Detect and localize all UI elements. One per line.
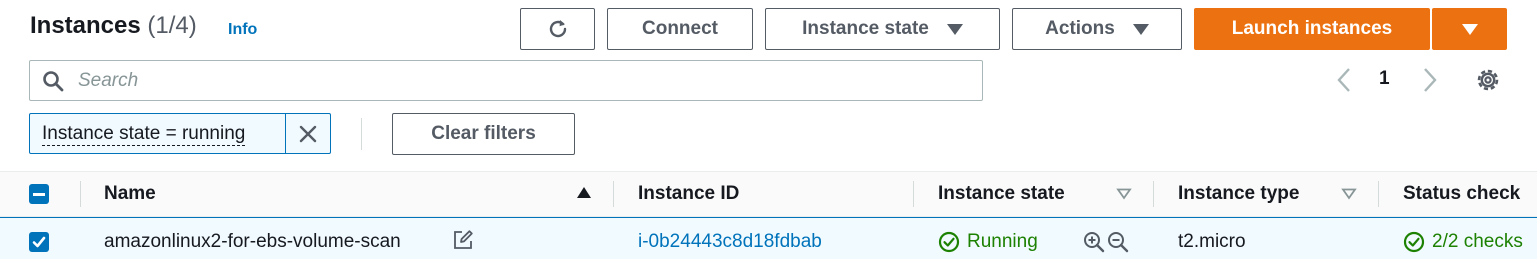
- status-success-icon: [1403, 231, 1425, 253]
- select-all-checkbox[interactable]: [29, 184, 49, 204]
- instance-state-label: Instance state: [802, 18, 929, 39]
- column-divider: [80, 181, 81, 207]
- instance-state-value: Running: [967, 231, 1038, 252]
- refresh-icon: [549, 20, 566, 38]
- column-header-instance-state[interactable]: Instance state: [938, 183, 1065, 205]
- divider: [361, 118, 362, 150]
- instance-count: (1/4): [147, 12, 197, 39]
- instance-type-value: t2.micro: [1178, 231, 1246, 252]
- sort-icon[interactable]: [1116, 188, 1132, 200]
- info-link[interactable]: Info: [228, 21, 257, 39]
- column-header-instance-id[interactable]: Instance ID: [638, 183, 739, 205]
- column-divider: [1153, 181, 1154, 207]
- page-title: Instances (1/4): [30, 12, 197, 40]
- sort-ascending-icon[interactable]: [576, 187, 592, 199]
- check-icon: [32, 236, 46, 248]
- gear-icon[interactable]: [1474, 66, 1502, 94]
- search-icon: [43, 71, 64, 92]
- connect-button[interactable]: Connect: [607, 8, 753, 50]
- clear-filters-button[interactable]: Clear filters: [392, 113, 575, 155]
- status-check-value: 2/2 checks: [1432, 231, 1523, 252]
- sort-icon[interactable]: [1341, 188, 1357, 200]
- caret-down-icon: [1132, 23, 1149, 35]
- minus-icon: [33, 193, 45, 196]
- filter-token-divider: [285, 114, 286, 153]
- caret-down-icon: [1461, 23, 1478, 35]
- zoom-out-icon[interactable]: [1107, 231, 1129, 253]
- connect-label: Connect: [642, 18, 718, 39]
- caret-down-icon: [946, 23, 963, 35]
- launch-instances-button[interactable]: Launch instances: [1194, 8, 1430, 50]
- chevron-left-icon[interactable]: [1333, 66, 1357, 94]
- actions-label: Actions: [1045, 18, 1115, 39]
- instance-name: amazonlinux2-for-ebs-volume-scan: [104, 231, 401, 252]
- launch-instances-label: Launch instances: [1231, 18, 1393, 39]
- refresh-button[interactable]: [520, 8, 595, 50]
- close-icon[interactable]: [296, 122, 320, 146]
- column-header-status-check[interactable]: Status check: [1403, 183, 1520, 205]
- column-divider: [1378, 181, 1379, 207]
- search-placeholder: Search: [78, 70, 139, 91]
- actions-button[interactable]: Actions: [1012, 8, 1182, 50]
- filter-token: Instance state = running: [29, 113, 331, 154]
- instance-state-button[interactable]: Instance state: [765, 8, 1000, 50]
- column-divider: [613, 181, 614, 207]
- instance-id-link[interactable]: i-0b24443c8d18fdbab: [638, 231, 822, 253]
- column-header-name[interactable]: Name: [104, 183, 156, 205]
- table-header: [0, 171, 1537, 217]
- column-header-instance-type[interactable]: Instance type: [1178, 183, 1299, 205]
- page-title-text: Instances: [30, 12, 141, 39]
- filter-token-label[interactable]: Instance state = running: [42, 123, 246, 146]
- column-divider: [913, 181, 914, 207]
- launch-instances-dropdown-button[interactable]: [1432, 8, 1507, 50]
- status-success-icon: [938, 231, 960, 253]
- zoom-in-icon[interactable]: [1083, 231, 1105, 253]
- chevron-right-icon[interactable]: [1417, 66, 1441, 94]
- edit-icon[interactable]: [452, 229, 474, 251]
- current-page[interactable]: 1: [1379, 68, 1390, 90]
- clear-filters-label: Clear filters: [431, 123, 536, 144]
- row-checkbox[interactable]: [29, 232, 49, 252]
- search-input[interactable]: Search: [29, 60, 983, 101]
